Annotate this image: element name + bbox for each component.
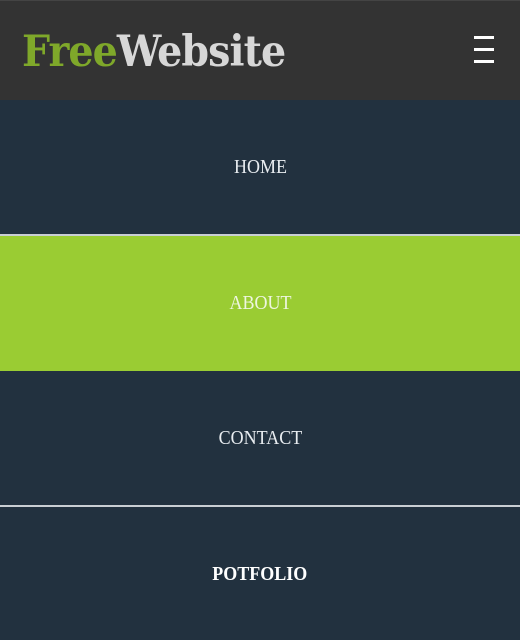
nav-item-home[interactable]: HOME xyxy=(0,100,520,236)
logo-website-text: Website xyxy=(116,26,286,77)
nav-item-contact[interactable]: CONTACT xyxy=(0,371,520,507)
hamburger-bar xyxy=(474,48,494,51)
mobile-nav-menu: HOME ABOUT CONTACT POTFOLIO xyxy=(0,100,520,640)
nav-item-about[interactable]: ABOUT xyxy=(0,236,520,371)
hamburger-bar xyxy=(474,60,494,63)
hamburger-menu-icon[interactable] xyxy=(474,36,496,64)
site-logo[interactable]: FreeWebsite xyxy=(22,26,286,77)
nav-item-portfolio[interactable]: POTFOLIO xyxy=(0,507,520,640)
header: FreeWebsite xyxy=(0,0,520,100)
logo-free-text: Free xyxy=(22,26,118,77)
nav-item-label: ABOUT xyxy=(228,292,291,314)
nav-item-label: CONTACT xyxy=(218,426,302,449)
nav-item-label: HOME xyxy=(233,155,287,178)
nav-item-label: POTFOLIO xyxy=(212,563,308,585)
page: FreeWebsite HOME ABOUT CONTACT POTFOLIO xyxy=(0,0,520,640)
hamburger-bar xyxy=(474,36,494,39)
